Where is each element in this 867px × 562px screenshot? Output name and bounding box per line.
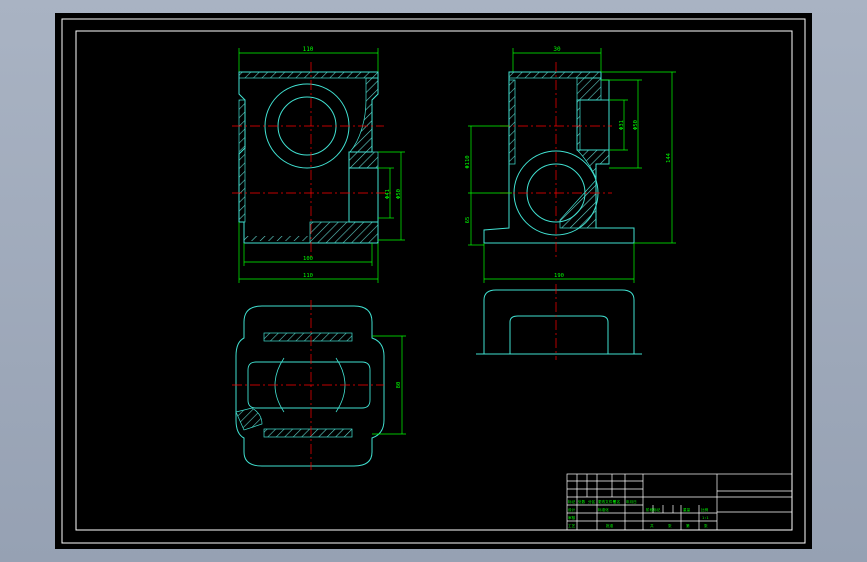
svg-text:分区: 分区: [588, 499, 596, 504]
dim-side-top-width: 30: [553, 46, 561, 53]
svg-text:比例: 比例: [701, 507, 709, 512]
dim-side-base-width: 190: [554, 273, 564, 279]
dim-front-top-width: 110: [303, 46, 314, 53]
svg-text:阶段标记: 阶段标记: [646, 507, 661, 512]
svg-text:1:1: 1:1: [702, 516, 709, 520]
svg-text:年月日: 年月日: [626, 499, 637, 504]
svg-text:重量: 重量: [683, 507, 691, 512]
svg-text:审核: 审核: [568, 515, 576, 520]
dim-side-left-lower: 65: [465, 217, 471, 224]
svg-text:签名: 签名: [613, 499, 621, 504]
dim-plan-height: 80: [396, 382, 402, 389]
drawing-sheet: [55, 13, 812, 549]
dim-front-bottom-total: 110: [303, 273, 313, 279]
svg-text:张: 张: [668, 523, 672, 528]
svg-text:共: 共: [650, 523, 654, 528]
svg-text:处数: 处数: [578, 499, 586, 504]
dim-front-bore-large: Φ50: [396, 189, 402, 199]
svg-text:第: 第: [686, 523, 690, 528]
dim-side-bore-small: Φ31: [619, 120, 625, 130]
svg-text:张: 张: [704, 523, 708, 528]
svg-text:工艺: 工艺: [568, 523, 576, 528]
cad-drawing-canvas: 110 Φ41 Φ50 100 110 30 Φ31 Φ50 144 Φ110 …: [55, 13, 812, 549]
dim-side-total-height: 144: [666, 152, 672, 163]
dim-front-bottom-inner: 100: [303, 256, 313, 262]
svg-text:标记: 标记: [568, 499, 576, 504]
svg-text:设计: 设计: [568, 507, 576, 512]
dim-front-bore-small: Φ41: [385, 189, 391, 199]
svg-text:批准: 批准: [606, 523, 614, 528]
svg-text:标准化: 标准化: [598, 507, 609, 512]
dim-side-left-upper: Φ110: [465, 155, 471, 168]
dim-side-bore-large: Φ50: [633, 120, 639, 130]
